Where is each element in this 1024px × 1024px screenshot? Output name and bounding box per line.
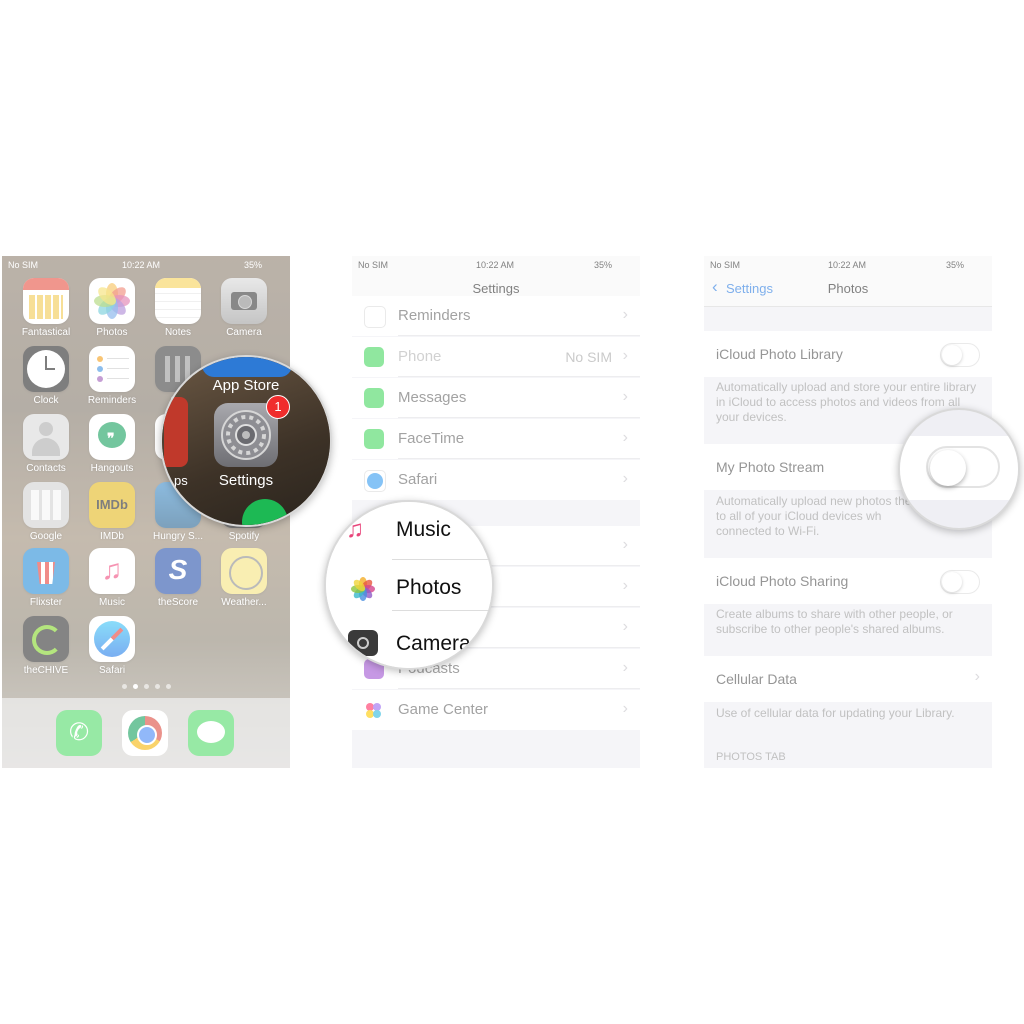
settings-row-game-center[interactable]: Game Center › — [352, 690, 640, 730]
settings-row-messages[interactable]: Messages › — [352, 378, 640, 418]
app-icon-partial — [164, 397, 188, 467]
music-icon: ♫ — [346, 516, 364, 543]
chevron-right-icon: › — [974, 668, 980, 685]
photos-tab-header: PHOTOS TAB — [716, 751, 786, 763]
row-label: Safari — [398, 471, 438, 488]
chevron-right-icon: › — [622, 618, 628, 635]
icloud-photo-library-toggle[interactable] — [940, 343, 980, 367]
photo-stream-magnifier — [898, 408, 1020, 530]
settings-magnifier: App Store 1 Settings ps — [160, 355, 332, 527]
chevron-right-icon: › — [622, 429, 628, 446]
settings-row-reminders[interactable]: Reminders › — [352, 296, 640, 336]
chevron-right-icon: › — [622, 470, 628, 487]
page-title: Settings — [472, 281, 520, 296]
row-label: My Photo Stream — [716, 459, 825, 475]
carrier-label: No SIM — [358, 260, 389, 270]
cellular-note: Use of cellular data for updating your L… — [716, 706, 955, 720]
notification-badge: 1 — [266, 395, 290, 419]
row-value: No SIM — [565, 349, 612, 365]
messages-icon — [364, 388, 384, 408]
camera-label: Camera — [396, 632, 471, 655]
row-label: Reminders — [398, 307, 471, 324]
music-label: Music — [396, 518, 451, 541]
camera-icon — [348, 630, 378, 656]
icloud-photo-library-row: iCloud Photo Library — [704, 331, 992, 377]
chevron-right-icon: › — [622, 347, 628, 364]
app-store-label: App Store — [212, 377, 280, 394]
cellular-data-row[interactable]: Cellular Data › — [704, 656, 992, 702]
chevron-right-icon: › — [622, 388, 628, 405]
phone-icon — [364, 347, 384, 367]
row-label: iCloud Photo Sharing — [716, 573, 849, 589]
chevron-right-icon: › — [622, 306, 628, 323]
icloud-photo-sharing-toggle[interactable] — [940, 570, 980, 594]
settings-row-phone[interactable]: Phone No SIM › — [352, 337, 640, 377]
settings-row-safari[interactable]: Safari › — [352, 460, 640, 500]
safari-icon — [364, 470, 386, 492]
facetime-icon — [364, 429, 384, 449]
row-label: Phone — [398, 348, 442, 365]
partial-app-label: ps — [174, 473, 188, 488]
chevron-right-icon: › — [622, 700, 628, 717]
row-label: Cellular Data — [716, 671, 797, 687]
icloud-photo-sharing-row: iCloud Photo Sharing — [704, 558, 992, 604]
status-bar: No SIM 10:22 AM 35% — [704, 256, 992, 274]
app-store-icon[interactable] — [202, 357, 292, 377]
chevron-right-icon: › — [622, 577, 628, 594]
photos-magnifier: ♫ Music Photos Camera — [324, 500, 494, 670]
my-photo-stream-toggle[interactable] — [926, 446, 1000, 488]
photos-navbar: No SIM 10:22 AM 35% ‹ Settings Photos — [704, 256, 992, 307]
chevron-right-icon: › — [622, 536, 628, 553]
battery-label: 35% — [594, 260, 613, 270]
row-label: iCloud Photo Library — [716, 346, 843, 362]
game-center-icon — [364, 700, 384, 720]
carrier-label: No SIM — [710, 260, 741, 270]
row-label: Game Center — [398, 701, 489, 718]
status-bar: No SIM 10:22 AM 35% — [352, 256, 640, 274]
battery-label: 35% — [946, 260, 965, 270]
row-label: FaceTime — [398, 430, 465, 447]
stream-note: Automatically upload new photos them to … — [716, 494, 922, 538]
chevron-right-icon: › — [622, 659, 628, 676]
row-label: Messages — [398, 389, 467, 406]
sharing-note: Create albums to share with other people… — [716, 607, 953, 636]
photos-label: Photos — [396, 576, 462, 599]
time-label: 10:22 AM — [476, 260, 515, 270]
photos-icon — [348, 574, 378, 604]
settings-row-facetime[interactable]: FaceTime › — [352, 419, 640, 459]
page-title: Photos — [827, 281, 869, 296]
reminders-icon — [364, 306, 386, 328]
time-label: 10:22 AM — [828, 260, 867, 270]
